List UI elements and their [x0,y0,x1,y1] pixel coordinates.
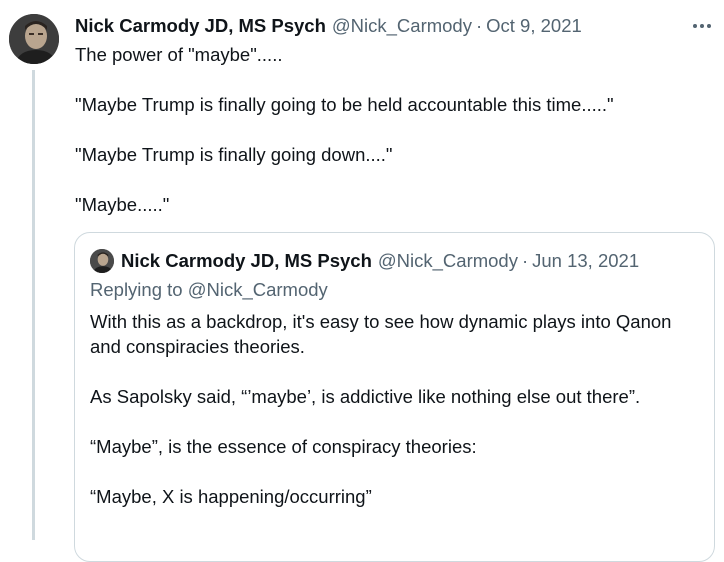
quoted-author-name[interactable]: Nick Carmody JD, MS Psych [121,250,372,272]
tweet-paragraph: "Maybe Trump is finally going to be held… [75,94,614,115]
avatar-photo [90,249,114,273]
author-avatar[interactable] [9,14,59,64]
replying-to-label[interactable]: Replying to @Nick_Carmody [90,279,328,301]
avatar-photo [9,14,59,64]
author-handle[interactable]: @Nick_Carmody [332,15,472,37]
tweet-paragraph: "Maybe....." [75,194,170,215]
quoted-author-avatar [90,249,114,273]
quoted-tweet-card[interactable]: Nick Carmody JD, MS Psych @Nick_Carmody … [74,232,715,562]
quoted-tweet-header: Nick Carmody JD, MS Psych @Nick_Carmody … [90,249,639,273]
tweet-paragraph: The power of "maybe"..... [75,44,283,65]
quoted-paragraph: With this as a backdrop, it's easy to se… [90,311,672,357]
more-horizontal-icon [693,24,711,28]
tweet-text: The power of "maybe"..... "Maybe Trump i… [75,42,705,242]
thread-connector-line [32,70,35,540]
quoted-author-handle[interactable]: @Nick_Carmody [378,250,518,272]
more-options-button[interactable] [690,14,714,38]
author-name[interactable]: Nick Carmody JD, MS Psych [75,15,326,37]
tweet-paragraph: "Maybe Trump is finally going down...." [75,144,393,165]
header-separator: · [475,15,483,36]
quoted-paragraph: As Sapolsky said, “’maybe’, is addictive… [90,386,641,407]
quoted-header-separator: · [521,250,529,271]
tweet-header: Nick Carmody JD, MS Psych @Nick_Carmody … [75,14,582,38]
quoted-tweet-date[interactable]: Jun 13, 2021 [532,250,639,272]
quoted-paragraph: “Maybe”, is the essence of conspiracy th… [90,436,477,457]
quoted-paragraph: “Maybe, X is happening/occurring” [90,486,372,507]
quoted-tweet-text: With this as a backdrop, it's easy to se… [90,309,705,534]
tweet-date[interactable]: Oct 9, 2021 [486,15,582,37]
